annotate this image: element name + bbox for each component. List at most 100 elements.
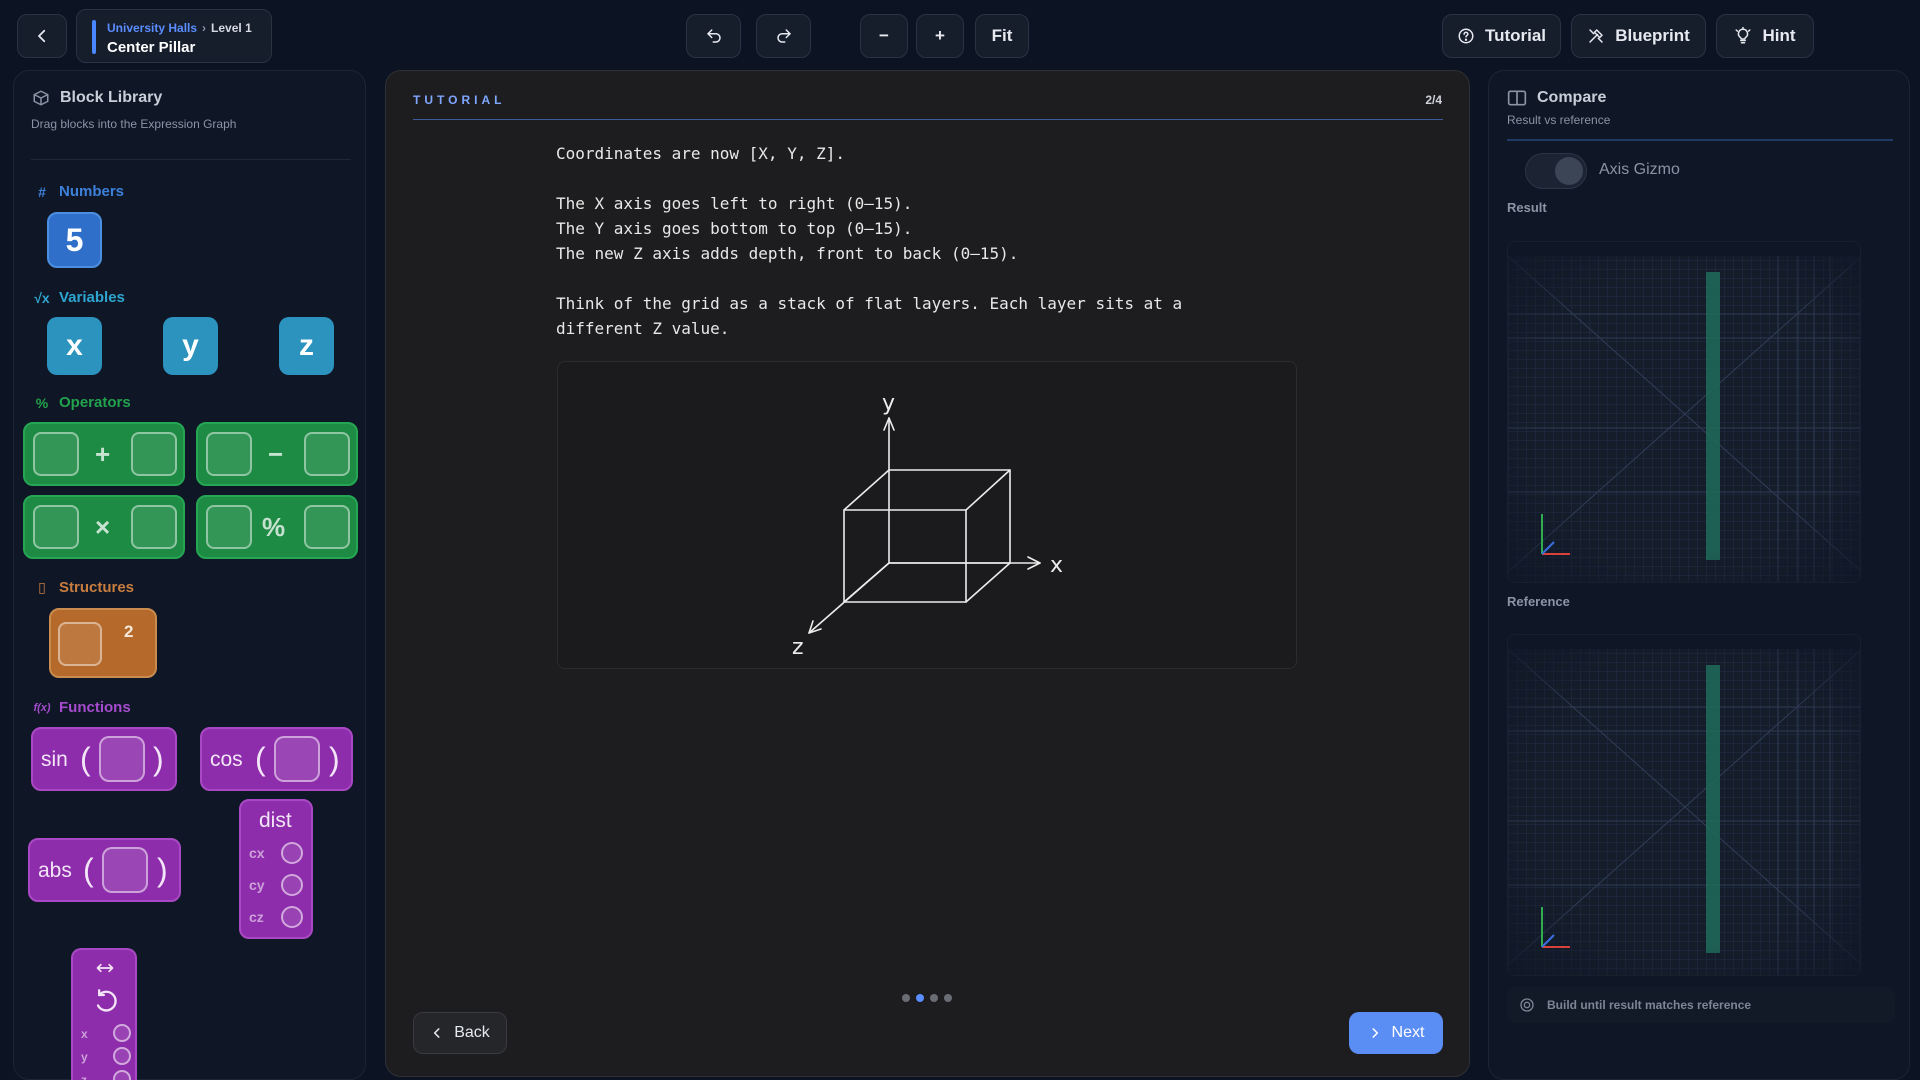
operand-slot[interactable] [304, 505, 350, 549]
rotate-function-block[interactable]: x y z [71, 948, 137, 1080]
percent-symbol: % [262, 512, 286, 542]
variable-block-z[interactable]: z [279, 317, 334, 375]
operand-slot[interactable] [206, 505, 252, 549]
tutorial-line: The Y axis goes bottom to top (0–15). [556, 219, 913, 238]
abs-label: abs [38, 859, 72, 882]
rotate-slot-z[interactable] [113, 1070, 131, 1080]
argument-slot[interactable] [102, 847, 148, 893]
cos-function-block[interactable]: cos ( ) [200, 727, 353, 791]
chevron-right-icon: › [202, 21, 207, 35]
step-dot[interactable] [930, 994, 938, 1002]
multiply-operator-block[interactable]: × [23, 495, 185, 559]
target-icon [1520, 998, 1534, 1012]
toggle-knob [1555, 157, 1583, 185]
reference-viewport[interactable] [1507, 634, 1861, 976]
minus-symbol: − [268, 439, 284, 469]
times-symbol: × [95, 512, 111, 542]
rotate-param-y: y [81, 1050, 88, 1064]
breadcrumb-parent[interactable]: University Halls [107, 21, 197, 35]
axis-diagram-svg: y x z [792, 391, 1063, 660]
step-dot[interactable] [902, 994, 910, 1002]
chevron-left-icon [38, 29, 46, 43]
dist-slot-cx[interactable] [281, 842, 303, 864]
rotate-slot-x[interactable] [113, 1024, 131, 1042]
number-block[interactable]: 5 [47, 212, 102, 268]
tutorial-panel: TUTORIAL 2/4 Coordinates are now [X, Y, … [385, 70, 1470, 1077]
back-button[interactable]: Back [413, 1012, 507, 1054]
arrows-horizontal-icon [96, 963, 114, 973]
operand-slot[interactable] [33, 432, 79, 476]
modulo-operator-block[interactable]: % [196, 495, 358, 559]
variable-block-y[interactable]: y [163, 317, 218, 375]
variable-x-label: x [66, 329, 83, 362]
dist-slot-cy[interactable] [281, 874, 303, 896]
page-title: Center Pillar [107, 39, 196, 56]
help-circle-icon [1458, 28, 1474, 44]
percent-icon: % [35, 394, 49, 411]
argument-slot[interactable] [274, 736, 320, 782]
cube-edge [843, 562, 890, 603]
axis-gizmo-toggle[interactable] [1525, 153, 1587, 189]
undo-icon [706, 29, 721, 43]
dist-label: dist [259, 809, 292, 832]
cube-edge [965, 562, 1011, 603]
base-slot[interactable] [58, 622, 102, 666]
tutorial-label: Tutorial [1484, 26, 1547, 45]
subtract-operator-block[interactable]: − [196, 422, 358, 486]
dist-slot-cz[interactable] [281, 906, 303, 928]
blueprint-button[interactable]: Blueprint [1571, 14, 1706, 58]
result-viewport[interactable] [1507, 241, 1861, 583]
tutorial-button[interactable]: Tutorial [1442, 14, 1561, 58]
section-structures-label: Structures [59, 579, 135, 596]
back-nav-button[interactable] [17, 14, 67, 58]
close-paren: ) [329, 741, 340, 777]
result-label: Result [1507, 200, 1547, 215]
operand-slot[interactable] [33, 505, 79, 549]
operand-slot[interactable] [131, 432, 177, 476]
sin-function-block[interactable]: sin ( ) [31, 727, 177, 791]
power-block[interactable]: 2 [49, 608, 157, 678]
reference-label: Reference [1507, 594, 1570, 609]
section-operators: % Operators [31, 394, 131, 411]
step-dot[interactable] [944, 994, 952, 1002]
dist-param-cy: cy [249, 877, 265, 893]
section-operators-label: Operators [59, 394, 131, 411]
cube-edge [843, 469, 890, 511]
dist-param-cx: cx [249, 845, 265, 861]
sqrt-x-icon: √x [34, 289, 50, 306]
dist-function-block[interactable]: dist cx cy cz [239, 799, 313, 939]
redo-button[interactable] [756, 14, 811, 58]
add-operator-block[interactable]: + [23, 422, 185, 486]
section-functions-label: Functions [59, 699, 131, 716]
hint-button[interactable]: Hint [1716, 14, 1814, 58]
zoom-in-button[interactable]: + [916, 14, 964, 58]
number-block-value: 5 [65, 221, 84, 258]
tutorial-spacer [556, 266, 1336, 291]
back-button-label: Back [454, 1024, 490, 1041]
cos-label: cos [210, 748, 243, 771]
z-axis-label: z [792, 635, 804, 660]
compare-panel: Compare Result vs reference Axis Gizmo R… [1488, 70, 1910, 1080]
operand-slot[interactable] [131, 505, 177, 549]
hint-label: Hint [1762, 26, 1796, 45]
argument-slot[interactable] [99, 736, 145, 782]
zoom-out-button[interactable]: − [860, 14, 908, 58]
step-dot[interactable] [916, 994, 924, 1002]
block-library-panel: Block Library Drag blocks into the Expre… [13, 70, 366, 1080]
abs-function-block[interactable]: abs ( ) [28, 838, 181, 902]
redo-icon [776, 29, 791, 43]
variable-y-label: y [182, 329, 199, 362]
hash-icon: # [38, 183, 46, 200]
lightbulb-icon [1735, 27, 1751, 44]
undo-button[interactable] [686, 14, 741, 58]
next-button[interactable]: Next [1349, 1012, 1443, 1054]
clipboard-icon: ▯ [38, 579, 46, 595]
next-button-label: Next [1391, 1024, 1425, 1041]
rotate-slot-y[interactable] [113, 1047, 131, 1065]
compare-title: Compare [1537, 89, 1607, 106]
variable-block-x[interactable]: x [47, 317, 102, 375]
fit-button[interactable]: Fit [975, 14, 1029, 58]
rotate-param-x: x [81, 1027, 88, 1041]
operand-slot[interactable] [304, 432, 350, 476]
operand-slot[interactable] [206, 432, 252, 476]
